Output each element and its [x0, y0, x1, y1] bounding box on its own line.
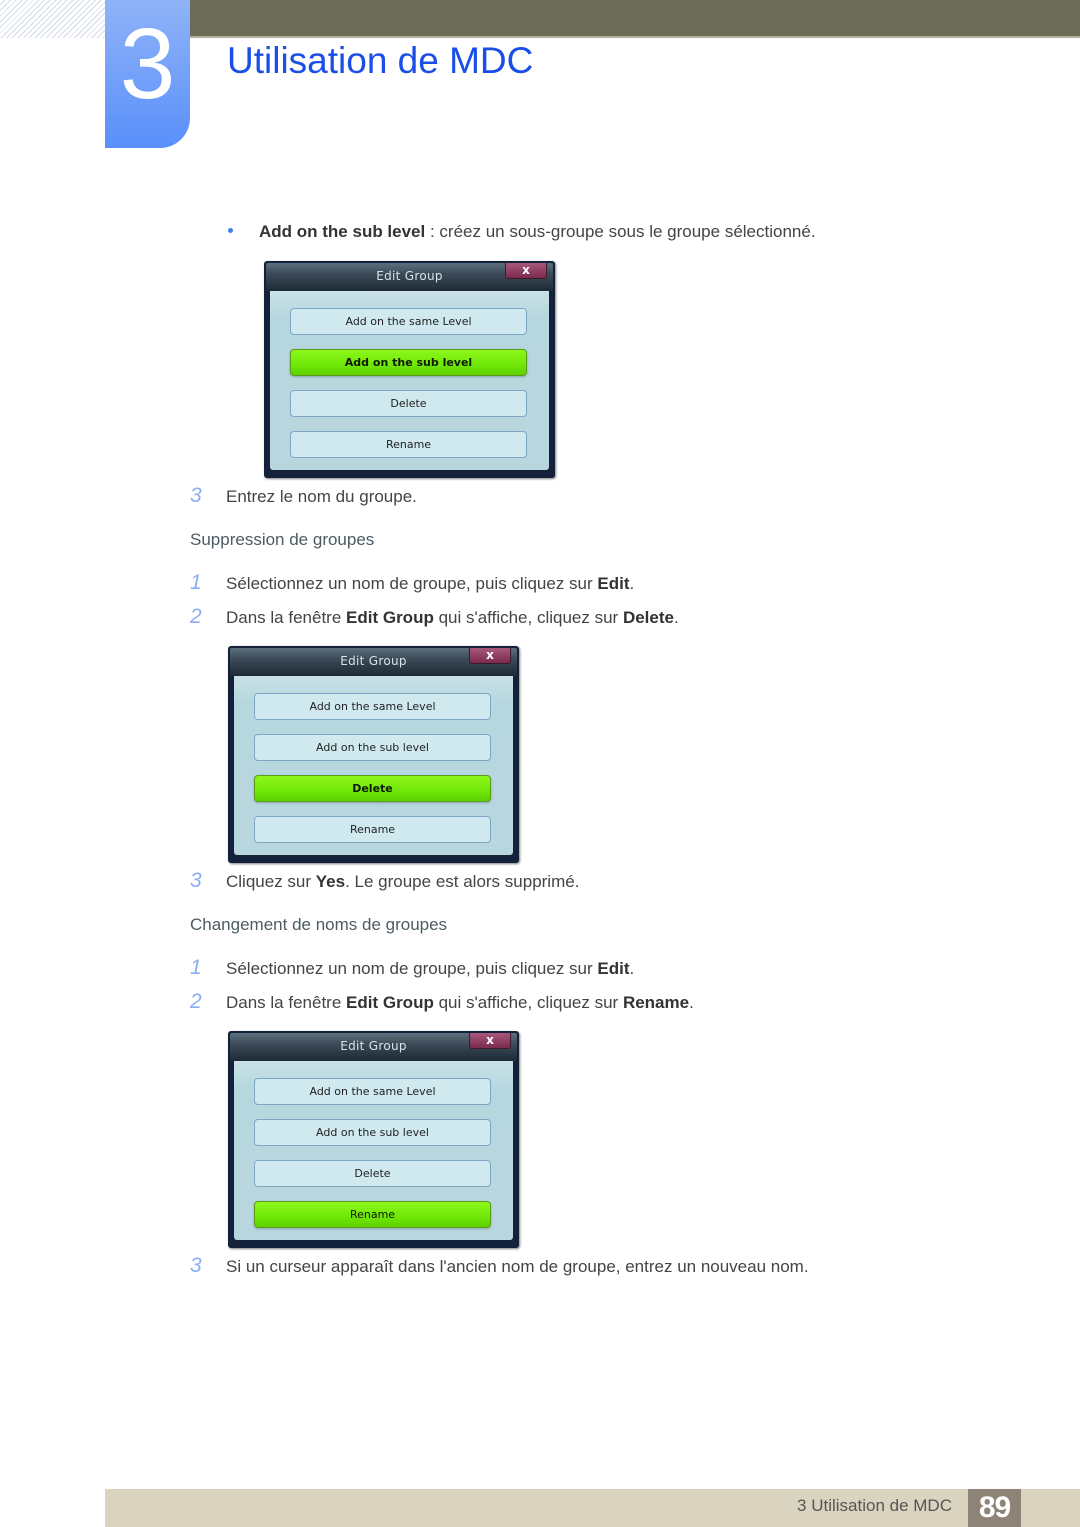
close-button[interactable]: x: [469, 648, 511, 664]
add-sub-level-button[interactable]: Add on the sub level: [254, 734, 491, 761]
close-button[interactable]: x: [469, 1033, 511, 1049]
step-text: Cliquez sur: [226, 872, 316, 891]
footer-bar: 3 Utilisation de MDC 89: [105, 1489, 1080, 1527]
step-text: Dans la fenêtre: [226, 608, 347, 627]
step-delete-3: 3 Cliquez sur Yes. Le groupe est alors su…: [190, 869, 579, 893]
section-heading-delete: Suppression de groupes: [190, 530, 375, 549]
rename-button[interactable]: Rename: [254, 1201, 491, 1228]
step-number: 1: [190, 571, 202, 594]
step-text-mid: qui s'affiche, cliquez sur: [433, 993, 623, 1012]
step-number: 1: [190, 956, 202, 979]
edit-group-dialog: Edit Group x Add on the same Level Add o…: [228, 646, 519, 863]
step-number: 3: [190, 484, 202, 507]
step-number: 3: [190, 869, 202, 892]
step-bold: Edit Group: [346, 993, 434, 1012]
step-rename-2: 2 Dans la fenêtre Edit Group qui s'affich…: [190, 990, 694, 1014]
dialog-body: Add on the same Level Add on the sub lev…: [234, 676, 513, 855]
step-text-end: .: [689, 993, 694, 1012]
step-number: 2: [190, 990, 202, 1013]
step-text: Sélectionnez un nom de groupe, puis cliq…: [226, 959, 598, 978]
step-text: Si un curseur apparaît dans l'ancien nom…: [226, 1257, 809, 1276]
dialog-titlebar: Edit Group x: [230, 648, 517, 676]
step-bold: Edit: [597, 959, 630, 978]
dialog-body: Add on the same Level Add on the sub lev…: [234, 1061, 513, 1240]
dialog-titlebar: Edit Group x: [266, 263, 553, 291]
step-bold-2: Rename: [622, 993, 690, 1012]
step-number: 2: [190, 605, 202, 628]
step-rename-3: 3 Si un curseur apparaît dans l'ancien no…: [190, 1254, 809, 1278]
add-same-level-button[interactable]: Add on the same Level: [254, 693, 491, 720]
step-delete-2: 2 Dans la fenêtre Edit Group qui s'affich…: [190, 605, 679, 629]
step-bold-2: Delete: [622, 608, 674, 627]
chapter-number: 3: [119, 8, 176, 120]
decorative-hatch: [0, 0, 105, 38]
page-number: 89: [968, 1489, 1021, 1527]
add-same-level-button[interactable]: Add on the same Level: [254, 1078, 491, 1105]
step-bold: Yes: [315, 872, 346, 891]
delete-button[interactable]: Delete: [290, 390, 527, 417]
bullet-term: Add on the sub level: [259, 222, 426, 241]
dialog-titlebar: Edit Group x: [230, 1033, 517, 1061]
chapter-tab: 3: [105, 0, 190, 148]
rename-button[interactable]: Rename: [254, 816, 491, 843]
step-delete-1: 1 Sélectionnez un nom de groupe, puis cli…: [190, 571, 634, 595]
step-text-end: . Le groupe est alors supprimé.: [345, 872, 580, 891]
close-button[interactable]: x: [505, 263, 547, 279]
delete-button[interactable]: Delete: [254, 775, 491, 802]
dialog-body: Add on the same Level Add on the sub lev…: [270, 291, 549, 470]
step-text-mid: qui s'affiche, cliquez sur: [433, 608, 623, 627]
add-sub-level-button[interactable]: Add on the sub level: [254, 1119, 491, 1146]
step-number: 3: [190, 1254, 202, 1277]
step-text: Dans la fenêtre: [226, 993, 347, 1012]
delete-button[interactable]: Delete: [254, 1160, 491, 1187]
step-rename-1: 1 Sélectionnez un nom de groupe, puis cli…: [190, 956, 634, 980]
section-heading-rename: Changement de noms de groupes: [190, 915, 448, 934]
add-sub-level-button[interactable]: Add on the sub level: [290, 349, 527, 376]
step-text-end: .: [629, 959, 635, 978]
rename-button[interactable]: Rename: [290, 431, 527, 458]
header-bar: [190, 0, 1080, 38]
step-bold: Edit: [597, 574, 630, 593]
step-bold: Edit Group: [346, 608, 434, 627]
add-same-level-button[interactable]: Add on the same Level: [290, 308, 527, 335]
intro-bullet: Add on the sub level : créez un sous-gro…: [228, 222, 816, 242]
chapter-title: Utilisation de MDC: [227, 40, 534, 81]
edit-group-dialog: Edit Group x Add on the same Level Add o…: [228, 1031, 519, 1248]
bullet-icon: [228, 228, 233, 234]
bullet-description: : créez un sous-groupe sous le groupe sé…: [425, 222, 816, 241]
step-add-3: 3 Entrez le nom du groupe.: [190, 484, 417, 508]
step-text: Sélectionnez un nom de groupe, puis cliq…: [226, 574, 598, 593]
edit-group-dialog: Edit Group x Add on the same Level Add o…: [264, 261, 555, 478]
footer-chapter-label: 3 Utilisation de MDC: [797, 1496, 952, 1515]
step-text-end: .: [673, 608, 679, 627]
step-text-end: .: [629, 574, 635, 593]
step-text: Entrez le nom du groupe.: [226, 487, 417, 506]
